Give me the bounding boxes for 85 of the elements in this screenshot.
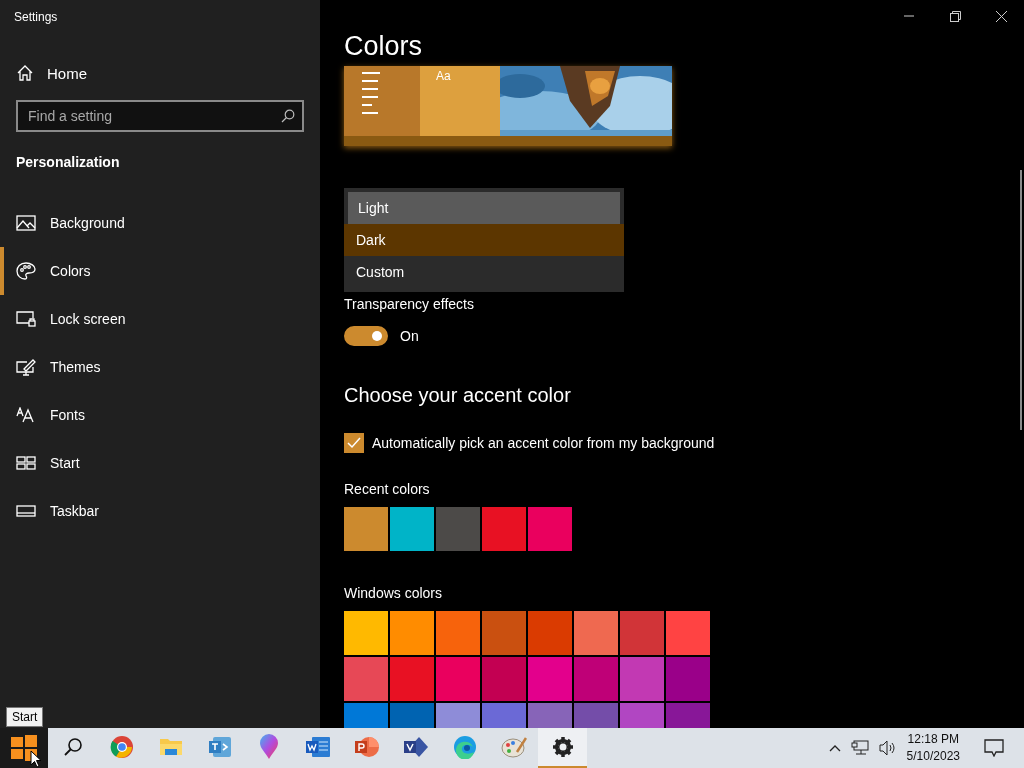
themes-icon [16,358,36,376]
section-heading: Choose your accent color [344,384,572,407]
notification-icon[interactable] [984,739,1004,757]
home-label: Home [47,64,87,82]
color-swatch[interactable] [390,657,434,701]
fonts-icon [16,407,36,423]
taskbar-button[interactable] [538,728,587,768]
color-swatch[interactable] [390,611,434,655]
tile-label: Aa [436,69,451,83]
color-swatch[interactable] [574,657,618,701]
paint-palette-icon [500,735,527,759]
color-swatch[interactable] [528,657,572,701]
color-swatch[interactable] [390,507,434,551]
chevron-up-icon[interactable] [828,744,841,752]
checkbox-label: Automatically pick an accent color from my background [372,435,715,451]
nav-label: Start [50,455,80,471]
color-swatch[interactable] [528,507,572,551]
visio-app-icon [402,735,429,759]
close-icon [995,10,1007,22]
clock[interactable]: 12:18 PM 5/10/2023 [906,731,960,765]
color-swatch[interactable] [344,507,388,551]
nav-item[interactable]: Lock screen [0,295,320,343]
nav-item[interactable]: Background [0,199,320,247]
color-swatch[interactable] [620,657,664,701]
word-app-icon [304,736,331,758]
volume-icon[interactable] [878,740,897,756]
pin-app-icon [258,734,279,760]
nav-item[interactable]: Start [0,439,320,487]
window-title: Settings [13,10,59,26]
menu-option[interactable]: Dark [344,224,624,256]
home-link[interactable]: Home [0,62,320,84]
color-swatch[interactable] [482,657,526,701]
nav-item[interactable]: Taskbar [0,487,320,535]
search-field[interactable]: Find a setting [16,100,304,132]
nav-label: Background [50,215,125,231]
taskbar-icon [16,505,36,517]
setting-label: Transparency effects [344,296,475,312]
search-icon [62,737,83,757]
color-swatch[interactable] [482,507,526,551]
edge-icon [452,735,477,759]
color-swatch[interactable] [666,611,710,655]
menu-option[interactable]: Light [348,192,620,224]
group-label: Recent colors [344,481,431,497]
browser-icon [109,735,134,759]
page-title: Colors [344,32,424,60]
minimize-icon [904,15,914,17]
nav-label: Colors [50,263,91,279]
nav-label: Fonts [50,407,85,423]
nav-label: Themes [50,359,101,375]
check-icon [347,437,361,449]
menu-option[interactable]: Custom [344,256,624,288]
color-swatch[interactable] [344,611,388,655]
folder-icon [158,736,183,758]
group-label: Windows colors [344,585,444,601]
color-swatch[interactable] [344,657,388,701]
nav-item[interactable]: Themes [0,343,320,391]
toggle-state: On [400,328,419,344]
powerpoint-app-icon [353,735,380,759]
nav-label: Lock screen [50,311,126,327]
color-swatch[interactable] [436,611,480,655]
checkbox[interactable] [344,433,364,453]
lock-screen-icon [16,311,36,327]
nav-label: Taskbar [50,503,100,519]
picture-icon [16,215,36,231]
network-icon[interactable] [850,740,869,756]
start-tiles-icon [16,456,36,470]
home-icon [17,65,33,81]
color-swatch[interactable] [574,611,618,655]
color-swatch[interactable] [436,507,480,551]
color-swatch[interactable] [528,611,572,655]
toggle-switch[interactable] [344,326,388,346]
palette-icon [16,262,36,280]
settings-icon [551,736,574,758]
teams-app-icon [207,736,232,758]
section-heading: Personalization [15,154,121,172]
tooltip: Start [6,707,44,727]
color-swatch[interactable] [482,611,526,655]
color-swatch[interactable] [436,657,480,701]
search-icon [281,109,295,123]
cursor-icon [30,750,42,768]
nav-item[interactable]: Fonts [0,391,320,439]
start-button[interactable] [0,728,48,768]
color-swatch[interactable] [620,611,664,655]
restore-icon [949,10,961,22]
color-swatch[interactable] [666,657,710,701]
